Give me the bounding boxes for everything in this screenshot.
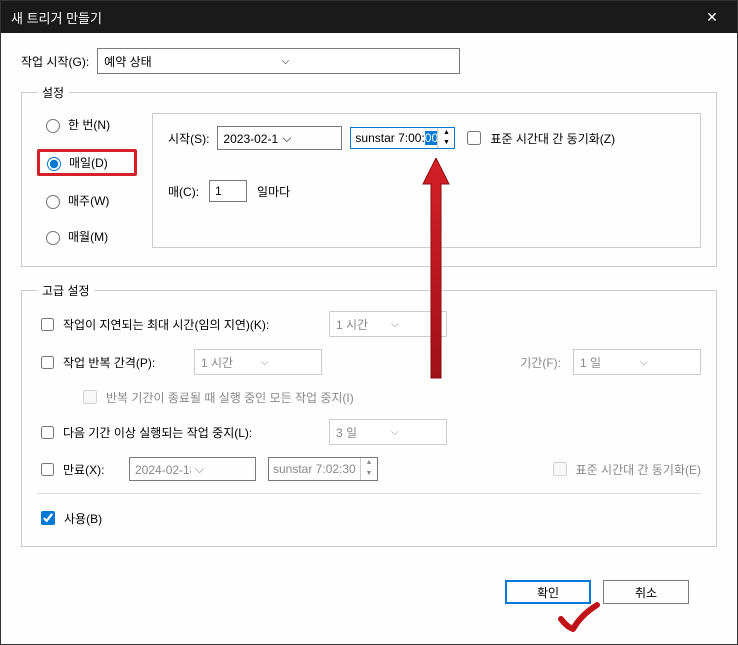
repeat-value: 1 시간 — [201, 354, 255, 371]
expire-date-value: 2024-02-18 일요 — [135, 461, 191, 478]
radio-daily-label: 매일(D) — [69, 154, 108, 171]
detail-panel: 시작(S): 2023-02-18 토요 ⌵ sunstar 7:00:00 ▲… — [152, 113, 701, 248]
expire-checkbox[interactable] — [41, 463, 54, 476]
start-date-value: 2023-02-18 토요 — [223, 130, 278, 147]
repeat-label: 작업 반복 간격(P): — [63, 354, 155, 371]
sync-timezone-checkbox[interactable]: 표준 시간대 간 동기화(Z) — [463, 128, 615, 148]
delay-value: 1 시간 — [336, 316, 385, 333]
start-label: 시작(S): — [168, 130, 209, 147]
stop-after-value: 3 일 — [336, 424, 385, 441]
chevron-down-icon: ⌵ — [255, 357, 321, 368]
start-time-value: sunstar 7:00:00 — [351, 131, 437, 145]
spinner-up[interactable]: ▲ — [438, 128, 454, 138]
advanced-legend: 고급 설정 — [37, 282, 95, 299]
radio-weekly-input[interactable] — [46, 195, 60, 209]
advanced-fieldset: 고급 설정 작업이 지연되는 최대 시간(임의 지연)(K): 1 시간 ⌵ 작… — [21, 282, 717, 547]
delay-checkbox[interactable] — [41, 318, 54, 331]
stop-all-label: 반복 기간이 종료될 때 실행 중인 모든 작업 중지(I) — [106, 389, 354, 406]
sync-expire-checkbox-wrap: 표준 시간대 간 동기화(E) — [549, 459, 701, 479]
chevron-down-icon: ⌵ — [385, 427, 446, 438]
radio-daily[interactable]: 매일(D) — [37, 149, 137, 176]
enabled-label: 사용(B) — [64, 510, 102, 527]
duration-combo[interactable]: 1 일 ⌵ — [573, 349, 701, 375]
titlebar: 새 트리거 만들기 ✕ — [1, 1, 737, 33]
expire-date-picker[interactable]: 2024-02-18 일요 ⌵ — [129, 457, 256, 481]
start-time-spinner[interactable]: sunstar 7:00:00 ▲ ▼ — [350, 127, 455, 149]
chevron-down-icon: ⌵ — [276, 56, 460, 67]
expire-label: 만료(X): — [63, 461, 104, 478]
sync-timezone-input[interactable] — [467, 131, 481, 145]
spinner-buttons: ▲ ▼ — [360, 458, 377, 480]
stop-after-combo[interactable]: 3 일 ⌵ — [329, 419, 447, 445]
recur-every-label: 매(C): — [168, 183, 199, 200]
delay-combo[interactable]: 1 시간 ⌵ — [329, 311, 447, 337]
footer: 확인 취소 — [21, 562, 717, 622]
expire-time-value: sunstar 7:02:30 — [269, 462, 360, 476]
spinner-down[interactable]: ▼ — [361, 469, 377, 480]
divider — [37, 493, 701, 494]
ok-button[interactable]: 확인 — [505, 580, 591, 604]
enabled-checkbox-wrap[interactable]: 사용(B) — [37, 508, 701, 528]
spinner-down[interactable]: ▼ — [438, 138, 454, 148]
spinner-up[interactable]: ▲ — [361, 458, 377, 469]
dialog-window: 새 트리거 만들기 ✕ 작업 시작(G): 예약 상태 ⌵ 설정 한 번(N) — [0, 0, 738, 645]
settings-fieldset: 설정 한 번(N) 매일(D) 매주(W) — [21, 84, 717, 267]
recur-every-input[interactable] — [209, 180, 247, 202]
content-area: 작업 시작(G): 예약 상태 ⌵ 설정 한 번(N) 매일(D) — [1, 33, 737, 644]
stop-after-label: 다음 기간 이상 실행되는 작업 중지(L): — [63, 424, 252, 441]
radio-daily-input[interactable] — [47, 157, 61, 171]
radio-once-label: 한 번(N) — [68, 116, 110, 133]
duration-value: 1 일 — [580, 354, 634, 371]
radio-once[interactable]: 한 번(N) — [37, 113, 137, 136]
radio-monthly-label: 매월(M) — [68, 228, 108, 245]
start-date-picker[interactable]: 2023-02-18 토요 ⌵ — [217, 126, 342, 150]
repeat-checkbox[interactable] — [41, 356, 54, 369]
delay-label: 작업이 지연되는 최대 시간(임의 지연)(K): — [63, 316, 269, 333]
radio-weekly[interactable]: 매주(W) — [37, 189, 137, 212]
start-task-value: 예약 상태 — [104, 53, 276, 70]
enabled-checkbox[interactable] — [41, 511, 55, 525]
start-task-combo[interactable]: 예약 상태 ⌵ — [97, 48, 460, 74]
start-task-label: 작업 시작(G): — [21, 53, 89, 70]
stop-all-checkbox-wrap: 반복 기간이 종료될 때 실행 중인 모든 작업 중지(I) — [79, 387, 354, 407]
duration-label: 기간(F): — [520, 354, 561, 371]
sync-expire-checkbox — [553, 462, 567, 476]
radio-weekly-label: 매주(W) — [68, 192, 109, 209]
settings-legend: 설정 — [37, 84, 69, 101]
start-task-row: 작업 시작(G): 예약 상태 ⌵ — [21, 48, 717, 74]
chevron-down-icon: ⌵ — [278, 131, 341, 146]
chevron-down-icon: ⌵ — [634, 357, 700, 368]
recur-every-suffix: 일마다 — [257, 183, 290, 200]
sync-expire-label: 표준 시간대 간 동기화(E) — [576, 461, 701, 478]
chevron-down-icon: ⌵ — [385, 319, 446, 330]
chevron-down-icon: ⌵ — [191, 462, 255, 477]
stop-all-checkbox — [83, 390, 97, 404]
radio-monthly[interactable]: 매월(M) — [37, 225, 137, 248]
radio-monthly-input[interactable] — [46, 231, 60, 245]
frequency-radio-group: 한 번(N) 매일(D) 매주(W) 매월(M) — [37, 113, 137, 248]
stop-after-checkbox[interactable] — [41, 426, 54, 439]
radio-once-input[interactable] — [46, 119, 60, 133]
expire-time-spinner[interactable]: sunstar 7:02:30 ▲ ▼ — [268, 457, 378, 481]
cancel-button[interactable]: 취소 — [603, 580, 689, 604]
sync-timezone-label: 표준 시간대 간 동기화(Z) — [490, 130, 615, 147]
close-button[interactable]: ✕ — [697, 9, 727, 26]
spinner-buttons: ▲ ▼ — [437, 128, 454, 148]
repeat-combo[interactable]: 1 시간 ⌵ — [194, 349, 322, 375]
window-title: 새 트리거 만들기 — [11, 8, 697, 27]
